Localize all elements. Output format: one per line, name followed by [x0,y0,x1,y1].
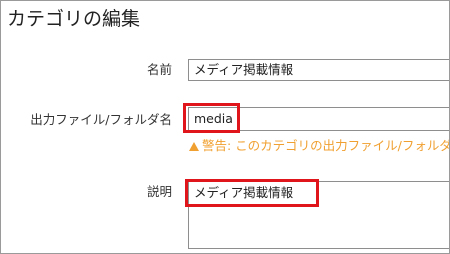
name-input[interactable]: メディア掲載情報 [188,59,449,81]
output-name-label: 出力ファイル/フォルダ名 [30,112,172,127]
edit-category-panel: カテゴリの編集 名前 メディア掲載情報 出力ファイル/フォルダ名 media 警… [0,0,450,254]
description-textarea[interactable]: メディア掲載情報 [188,181,449,249]
warning-triangle-icon [189,142,199,151]
output-name-input[interactable]: media [188,107,449,131]
name-label: 名前 [146,62,172,77]
output-warning-message: 警告: このカテゴリの出力ファイル/フォルダ名 [189,138,450,154]
page-title: カテゴリの編集 [7,8,141,30]
output-warning-text: 警告: このカテゴリの出力ファイル/フォルダ名 [202,138,450,153]
description-label: 説明 [146,184,172,199]
